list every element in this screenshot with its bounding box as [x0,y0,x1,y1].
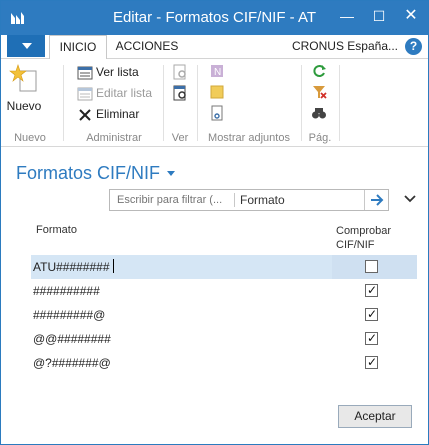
check-cell [332,255,417,279]
text-cursor [113,259,114,273]
filter-divider [364,190,365,210]
format-cell[interactable]: #########@ [33,308,105,322]
delete-button[interactable]: Eliminar [77,105,139,123]
format-cell[interactable]: @@######## [33,332,111,346]
check-cell: ✓ [332,279,417,303]
filter-field-select[interactable]: Formato [240,193,285,207]
application-menu-button[interactable] [7,35,45,57]
table-row[interactable]: ATU######## [31,255,417,279]
check-cell: ✓ [332,351,417,375]
chevron-down-icon[interactable] [167,171,175,176]
format-cell[interactable]: @?#######@ [33,356,111,370]
ribbon-separator [163,65,164,141]
table-row[interactable]: #########@ ✓ [31,303,417,327]
ribbon-group-nuevo: Nuevo Nuevo [1,59,59,147]
edit-list-icon [77,87,93,101]
checkbox[interactable]: ✓ [365,307,378,321]
view-list-button[interactable]: Ver lista [77,63,139,81]
filter-divider [234,193,235,207]
collapse-chevron-icon[interactable] [404,194,416,204]
new-star-icon [9,64,37,92]
chevron-down-icon [22,43,32,49]
view-list-label: Ver lista [96,65,139,79]
group-label-mostrar-adjuntos: Mostrar adjuntos [208,132,290,144]
maximize-button[interactable]: ☐ [364,1,394,31]
checkmark-icon: ✓ [367,355,378,369]
checkbox[interactable]: ✓ [365,331,378,345]
table-row[interactable]: @?#######@ ✓ [31,351,417,375]
ribbon-group-ver: Ver [165,59,195,147]
format-cell[interactable]: ########## [33,284,100,298]
table-row[interactable]: ########## ✓ [31,279,417,303]
ribbon-group-pag: Pág. [303,59,337,147]
edit-list-label: Editar lista [96,86,153,100]
onenote-icon[interactable]: N [209,63,225,79]
tab-inicio[interactable]: INICIO [49,35,107,60]
ribbon-separator [197,65,198,141]
checkbox[interactable]: ✓ [365,283,378,297]
checkbox[interactable] [365,260,378,273]
new-button-label: Nuevo [6,99,42,113]
close-button[interactable]: ✕ [396,1,426,31]
checkbox[interactable]: ✓ [365,355,378,369]
group-label-ver: Ver [171,132,189,144]
checkmark-icon: ✓ [367,307,378,321]
ribbon-separator [63,65,64,141]
new-button[interactable]: Nuevo [5,63,43,115]
filter-input[interactable] [110,190,233,210]
svg-text:N: N [214,67,221,78]
view-list-icon [77,66,93,80]
check-cell: ✓ [332,327,417,351]
arrow-right-icon [371,194,384,206]
checkmark-icon: ✓ [367,331,378,345]
company-name[interactable]: CRONUS España... [292,39,398,53]
checkmark-icon: ✓ [367,283,378,297]
table-row[interactable]: @@######## ✓ [31,327,417,351]
ribbon-separator [301,65,302,141]
column-header-formato[interactable]: Formato [36,224,77,236]
find-icon[interactable] [311,105,327,121]
filter-bar: Formato [109,189,389,211]
format-cell[interactable]: ATU######## [33,260,110,274]
ribbon-separator [339,65,340,141]
ribbon-tabs: INICIO ACCIONES CRONUS España... ? [1,35,428,60]
apply-filter-button[interactable] [366,191,388,209]
group-label-pag: Pág. [308,132,332,144]
tab-acciones[interactable]: ACCIONES [111,35,183,59]
find-page-icon[interactable] [172,85,188,101]
minimize-button[interactable]: — [332,1,362,31]
group-label-nuevo: Nuevo [14,132,46,144]
notes-icon[interactable] [209,84,225,100]
accept-button[interactable]: Aceptar [338,405,412,428]
column-header-comprobar[interactable]: Comprobar CIF/NIF [336,224,406,252]
delete-label: Eliminar [96,107,140,121]
view-page-icon[interactable] [172,64,188,80]
ribbon-group-administrar: Ver lista Editar lista Eliminar Administ… [65,59,163,147]
ribbon-group-mostrar-adjuntos: N Mostrar adjuntos [199,59,299,147]
group-label-administrar: Administrar [86,132,142,144]
edit-list-button[interactable]: Editar lista [77,84,152,102]
page-title[interactable]: Formatos CIF/NIF [16,163,160,184]
delete-x-icon [79,109,91,121]
dialog-window: Editar - Formatos CIF/NIF - AT — ☐ ✕ INI… [0,0,429,445]
links-icon[interactable] [209,105,225,121]
refresh-icon[interactable] [311,63,327,79]
check-cell: ✓ [332,303,417,327]
ribbon: Nuevo Nuevo Ver lista Editar lista Elimi… [1,59,428,147]
clear-filter-icon[interactable] [311,84,327,100]
help-icon[interactable]: ? [405,38,422,55]
title-bar[interactable]: Editar - Formatos CIF/NIF - AT — ☐ ✕ [1,1,428,35]
